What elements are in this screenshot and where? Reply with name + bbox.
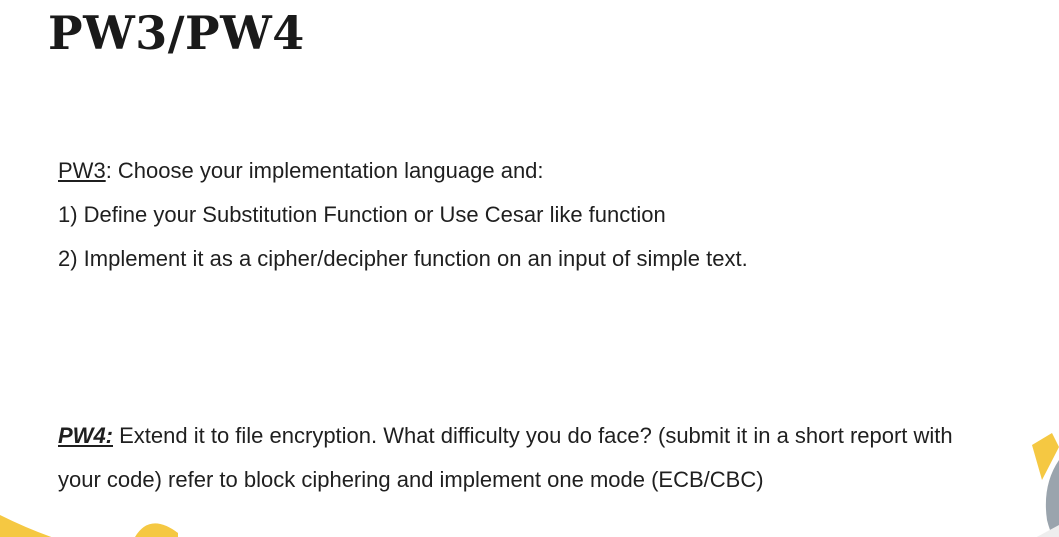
slide-title: PW3/PW4 xyxy=(48,6,305,60)
bottom-left-swoosh-decoration xyxy=(0,515,178,537)
pw3-intro-text: : Choose your implementation language an… xyxy=(105,158,544,183)
pw3-intro-line: PW3: Choose your implementation language… xyxy=(58,158,544,184)
right-edge-pin-decoration xyxy=(1032,433,1059,537)
pw4-tag: PW4: xyxy=(58,423,113,448)
pw3-tag: PW3 xyxy=(58,158,106,183)
pw3-step-2: 2) Implement it as a cipher/decipher fun… xyxy=(58,246,748,271)
pw4-line-1: PW4: Extend it to file encryption. What … xyxy=(58,423,953,449)
pw3-step-1: 1) Define your Substitution Function or … xyxy=(58,202,666,227)
pw4-text-1: Extend it to file encryption. What diffi… xyxy=(113,423,953,448)
slide: PW3/PW4 PW3: Choose your implementation … xyxy=(0,0,1059,537)
pw4-line-2: your code) refer to block ciphering and … xyxy=(58,467,764,492)
